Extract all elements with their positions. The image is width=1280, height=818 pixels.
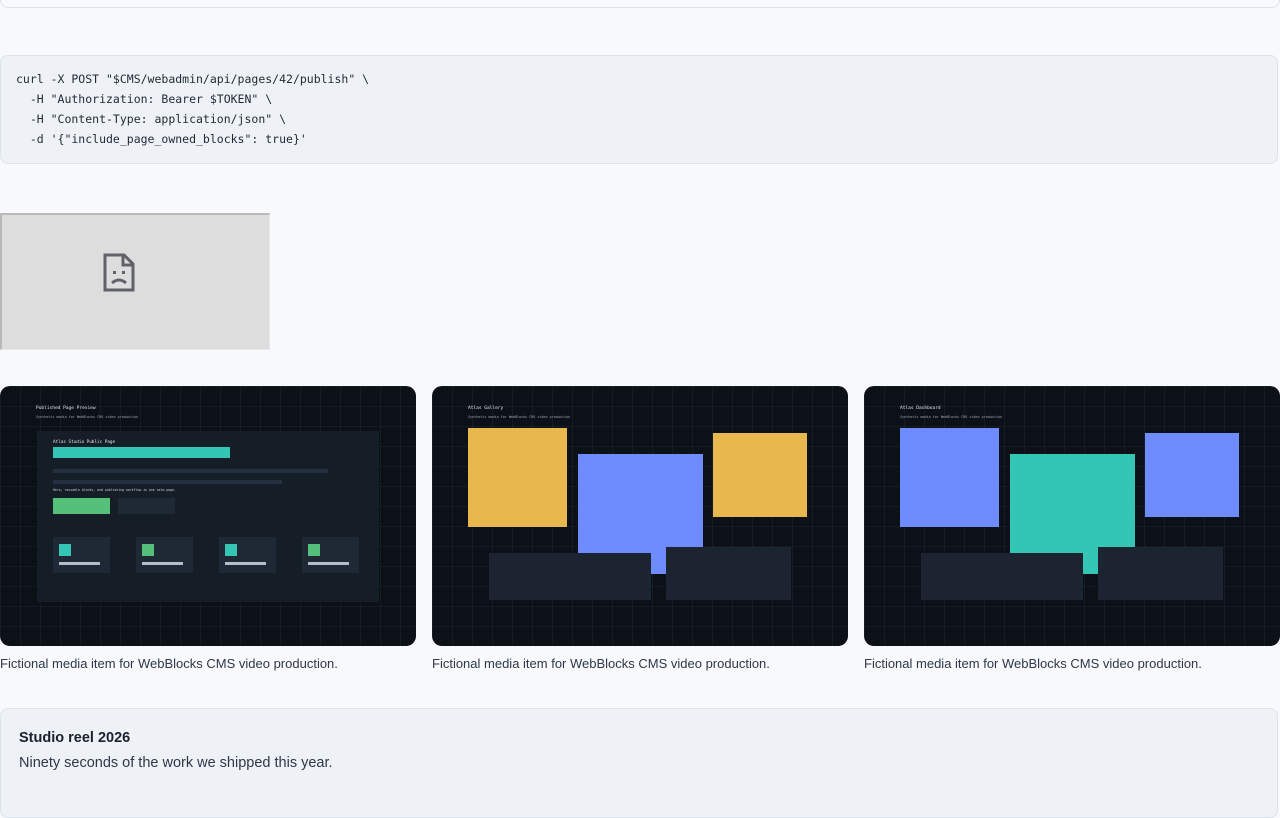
preview-card-icon [142, 544, 154, 556]
previous-card [0, 0, 1280, 8]
media-thumbnail[interactable]: Atlas Dashboard Synthetic media for WebB… [864, 386, 1280, 646]
broken-image [0, 213, 270, 350]
media-caption: Fictional media item for WebBlocks CMS v… [0, 656, 338, 671]
media-caption: Fictional media item for WebBlocks CMS v… [864, 656, 1202, 671]
thumb-subtitle: Synthetic media for WebBlocks CMS video … [900, 415, 1003, 419]
preview-card-icon [59, 544, 71, 556]
preview-card [53, 537, 110, 573]
gallery-tile [666, 547, 791, 600]
dashboard-tile [1098, 547, 1223, 600]
media-item[interactable]: Atlas Dashboard Synthetic media for WebB… [864, 386, 1280, 671]
thumb-title: Atlas Gallery [468, 406, 504, 411]
preview-card [302, 537, 359, 573]
preview-hero-bar [53, 447, 230, 458]
preview-card-icon [308, 544, 320, 556]
preview-secondary-button [118, 498, 175, 514]
thumb-title: Atlas Dashboard [900, 406, 941, 411]
media-gallery: Published Page Preview Synthetic media f… [0, 386, 1280, 686]
media-caption: Fictional media item for WebBlocks CMS v… [432, 656, 770, 671]
preview-card-line [59, 562, 100, 565]
code-line: -H "Authorization: Bearer $TOKEN" \ [16, 92, 273, 106]
code-line: -d '{"include_page_owned_blocks": true}' [16, 132, 307, 146]
preview-card [136, 537, 193, 573]
preview-card-line [308, 562, 349, 565]
media-item[interactable]: Published Page Preview Synthetic media f… [0, 386, 416, 671]
code-snippet: curl -X POST "$CMS/webadmin/api/pages/42… [0, 55, 1278, 164]
preview-page-title: Atlas Studio Public Page [53, 440, 116, 445]
preview-body-text: Hero, reusable blocks, and publishing wo… [53, 488, 176, 492]
preview-card-line [225, 562, 266, 565]
thumb-subtitle: Synthetic media for WebBlocks CMS video … [36, 415, 139, 419]
gallery-tile [713, 433, 807, 517]
panel-title: Studio reel 2026 [19, 730, 131, 746]
thumb-subtitle: Synthetic media for WebBlocks CMS video … [468, 415, 571, 419]
thumb-title: Published Page Preview [36, 406, 96, 411]
dashboard-tile [900, 428, 999, 527]
media-thumbnail[interactable]: Atlas Gallery Synthetic media for WebBlo… [432, 386, 848, 646]
code-line: curl -X POST "$CMS/webadmin/api/pages/42… [16, 72, 370, 86]
gallery-tile [489, 553, 651, 600]
preview-card-icon [225, 544, 237, 556]
panel-description: Ninety seconds of the work we shipped th… [19, 755, 333, 771]
preview-primary-button [53, 498, 110, 514]
media-item[interactable]: Atlas Gallery Synthetic media for WebBlo… [432, 386, 848, 671]
preview-card-line [142, 562, 183, 565]
preview-text-line [53, 480, 282, 484]
preview-text-line [53, 469, 328, 473]
dashboard-tile [921, 553, 1083, 600]
code-line: -H "Content-Type: application/json" \ [16, 112, 287, 126]
broken-image-icon [103, 253, 135, 292]
preview-card [219, 537, 276, 573]
dashboard-tile [1145, 433, 1239, 517]
page-preview-frame: Atlas Studio Public Page Hero, reusable … [37, 431, 379, 602]
gallery-tile [468, 428, 567, 527]
video-feature-panel[interactable]: Studio reel 2026 Ninety seconds of the w… [0, 708, 1278, 818]
media-thumbnail[interactable]: Published Page Preview Synthetic media f… [0, 386, 416, 646]
